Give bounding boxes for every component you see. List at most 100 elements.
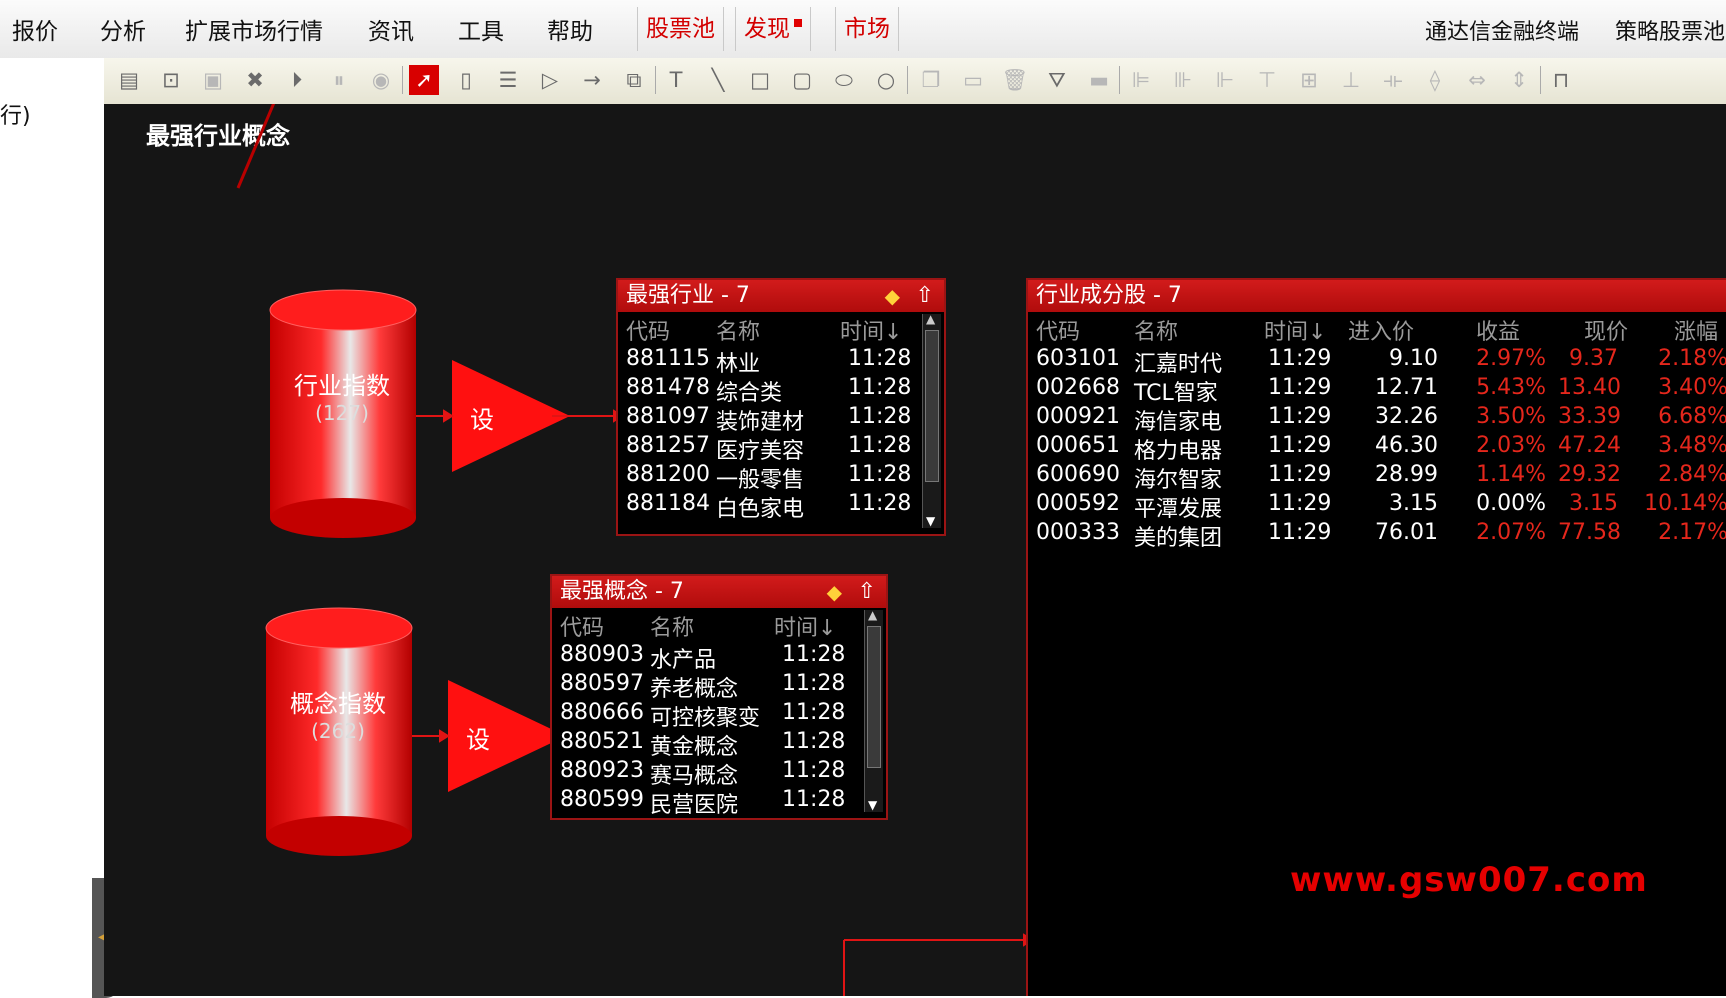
copy-icon[interactable]: ❐ [916,65,946,95]
scroll-thumb[interactable] [867,626,881,768]
text-icon[interactable]: T [661,65,691,95]
scroll-thumb[interactable] [925,330,939,482]
circle-icon[interactable]: ○ [871,65,901,95]
open-icon[interactable]: ⊡ [156,65,186,95]
scroll-down-icon[interactable]: ▼ [926,514,935,528]
stop-icon[interactable]: ◉ [366,65,396,95]
space-v-icon[interactable]: ⟠ [1420,65,1450,95]
col-header-time[interactable]: 时间↓ [840,314,902,346]
cell-entry-price: 32.26 [1375,404,1438,429]
col-header-name[interactable]: 名称 [650,610,694,642]
same-width-icon[interactable]: ⇔ [1462,65,1492,95]
col-header-entry-price[interactable]: 进入价 [1348,314,1414,346]
multi-window-icon[interactable]: ⧉ [619,65,649,95]
cell-code: 881478 [626,375,710,400]
delete-icon[interactable]: ✖ [240,65,270,95]
cell-code: 880923 [560,758,644,783]
cell-name: 可控核聚变 [650,706,761,731]
scroll-up-icon[interactable]: ▲ [868,608,877,622]
list-icon[interactable]: ☰ [493,65,523,95]
pause-icon[interactable]: ⏸ [324,65,354,95]
cell-change: 3.48% [1658,433,1726,458]
align-bottom-icon[interactable]: ⊥ [1336,65,1366,95]
menu-stock-pool[interactable]: 股票池 [637,7,724,51]
col-header-code[interactable]: 代码 [560,610,604,642]
cell-code: 881257 [626,433,710,458]
paste-icon[interactable]: ▭ [958,65,988,95]
collapse-up-icon[interactable]: ⇧ [858,576,876,608]
fill-icon[interactable]: ⛛ [1042,65,1072,95]
cell-code: 000592 [1036,491,1120,516]
save-icon[interactable]: ▣ [198,65,228,95]
menu-analysis[interactable]: 分析 [100,12,146,46]
strong-industry-panel[interactable]: 最强行业 - 7 ◆ ⇧ 代码 名称 时间↓ 881115 林业 11:28 8… [616,278,946,536]
play-icon[interactable]: ⏵ [282,65,312,95]
col-header-code[interactable]: 代码 [626,314,670,346]
vertical-scrollbar[interactable]: ▲ ▼ [922,312,941,528]
strategy-pool-label[interactable]: 策略股票池 [1615,14,1725,46]
same-height-icon[interactable]: ⇕ [1504,65,1534,95]
col-header-change[interactable]: 涨幅 [1674,314,1718,346]
concept-index-label: 概念指数 (262) [268,684,408,743]
collapse-up-icon[interactable]: ⇧ [916,280,934,312]
more-icon[interactable]: ⊓ [1546,65,1576,95]
align-top-icon[interactable]: ⊤ [1252,65,1282,95]
cell-name: 养老概念 [650,677,739,702]
panel-title-bar: 行业成分股 - 7 [1028,280,1726,312]
menu-tools[interactable]: 工具 [458,12,504,46]
col-header-return[interactable]: 收益 [1476,314,1520,346]
diamond-icon[interactable]: ◆ [885,280,900,312]
col-header-code[interactable]: 代码 [1036,314,1080,346]
trash-icon[interactable]: 🗑 [1000,65,1030,95]
align-left-icon[interactable]: ⊫ [1126,65,1156,95]
notification-dot [794,19,802,27]
round-square-icon[interactable]: ▢ [787,65,817,95]
menu-help[interactable]: 帮助 [547,12,593,46]
vertical-scrollbar[interactable]: ▲ ▼ [864,608,883,812]
menu-discover[interactable]: 发现 [735,7,811,51]
align-center-icon[interactable]: ⊪ [1168,65,1198,95]
scroll-down-icon[interactable]: ▼ [868,798,877,812]
triangle-icon[interactable]: ▷ [535,65,565,95]
cell-name: 海尔智家 [1134,468,1223,493]
menu-news[interactable]: 资讯 [368,12,414,46]
col-header-name[interactable]: 名称 [1134,314,1178,346]
panel-title: 最强行业 - 7 [626,283,750,308]
cell-return: 2.03% [1476,433,1546,458]
space-h-icon[interactable]: ⟛ [1378,65,1408,95]
cell-name: 黄金概念 [650,735,739,760]
ellipse-icon[interactable]: ⬭ [829,65,859,95]
menu-extended-market[interactable]: 扩展市场行情 [185,12,323,46]
col-header-time[interactable]: 时间↓ [774,610,836,642]
diamond-icon[interactable]: ◆ [827,576,842,608]
menu-quote[interactable]: 报价 [12,12,58,46]
cell-code: 600690 [1036,462,1120,487]
strong-concept-panel[interactable]: 最强概念 - 7 ◆ ⇧ 代码 名称 时间↓ 880903 水产品 11:28 … [550,574,888,820]
pointer-icon[interactable]: ➚ [409,65,439,95]
left-fragment-text: 行) [0,104,31,129]
cell-change: 6.68% [1658,404,1726,429]
scroll-up-icon[interactable]: ▲ [926,312,935,326]
col-header-time[interactable]: 时间↓ [1264,314,1326,346]
new-doc-icon[interactable]: ▤ [114,65,144,95]
cell-price: 9.37 [1569,346,1618,371]
arrow-right-icon[interactable]: → [577,65,607,95]
rounded-rect-icon[interactable]: ▯ [451,65,481,95]
menu-market[interactable]: 市场 [835,7,899,51]
align-middle-icon[interactable]: ⊞ [1294,65,1324,95]
cell-name: 白色家电 [716,497,805,522]
col-header-price[interactable]: 现价 [1584,314,1628,346]
cell-time: 11:29 [1268,346,1332,371]
line-width-icon[interactable]: ▬ [1084,65,1114,95]
align-right-icon[interactable]: ⊩ [1210,65,1240,95]
cell-entry-price: 76.01 [1375,520,1438,545]
line-icon[interactable]: ╲ [703,65,733,95]
cell-change: 3.40% [1658,375,1726,400]
square-icon[interactable]: □ [745,65,775,95]
col-header-name[interactable]: 名称 [716,314,760,346]
panel-title-bar: 最强概念 - 7 ◆ ⇧ [552,576,886,608]
cell-change: 10.14% [1644,491,1726,516]
cell-code: 000921 [1036,404,1120,429]
cell-name: 格力电器 [1134,439,1223,464]
cell-code: 880666 [560,700,644,725]
